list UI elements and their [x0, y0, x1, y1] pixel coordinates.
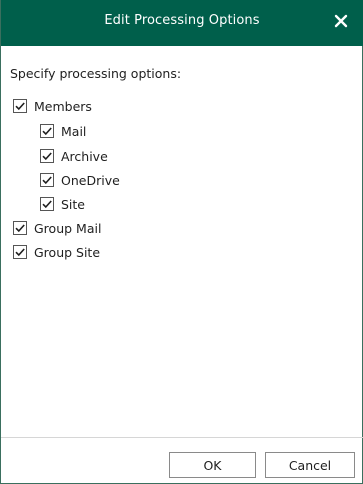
option-mail[interactable]: Mail [40, 122, 86, 140]
option-onedrive[interactable]: OneDrive [40, 171, 120, 189]
group-site-label: Group Site [34, 244, 101, 260]
mail-label: Mail [61, 123, 87, 139]
members-checkbox[interactable] [13, 99, 27, 113]
close-icon[interactable] [331, 11, 351, 31]
checkmark-icon [42, 152, 52, 161]
members-label: Members [34, 98, 92, 114]
checkmark-icon [15, 102, 25, 111]
site-checkbox[interactable] [40, 197, 54, 211]
checkmark-icon [15, 248, 25, 257]
option-group-site[interactable]: Group Site [13, 243, 100, 261]
group-mail-label: Group Mail [34, 220, 102, 236]
ok-button[interactable]: OK [169, 452, 256, 478]
group-site-checkbox[interactable] [13, 245, 27, 259]
instruction-text: Specify processing options: [10, 66, 182, 81]
footer-divider [1, 437, 363, 438]
checkmark-icon [15, 224, 25, 233]
dialog-title: Edit Processing Options [104, 13, 260, 28]
onedrive-checkbox[interactable] [40, 173, 54, 187]
option-group-mail[interactable]: Group Mail [13, 219, 101, 237]
archive-label: Archive [61, 148, 108, 164]
checkmark-icon [42, 176, 52, 185]
onedrive-label: OneDrive [61, 172, 120, 188]
site-label: Site [61, 196, 85, 212]
checkmark-icon [42, 127, 52, 136]
title-bar: Edit Processing Options [1, 0, 363, 46]
checkmark-icon [42, 200, 52, 209]
archive-checkbox[interactable] [40, 149, 54, 163]
option-site[interactable]: Site [40, 195, 85, 213]
cancel-button[interactable]: Cancel [265, 452, 355, 478]
option-archive[interactable]: Archive [40, 147, 108, 165]
group-mail-checkbox[interactable] [13, 221, 27, 235]
mail-checkbox[interactable] [40, 124, 54, 138]
edit-processing-options-dialog: Edit Processing Options Specify processi… [0, 0, 363, 484]
option-members[interactable]: Members [13, 97, 92, 115]
